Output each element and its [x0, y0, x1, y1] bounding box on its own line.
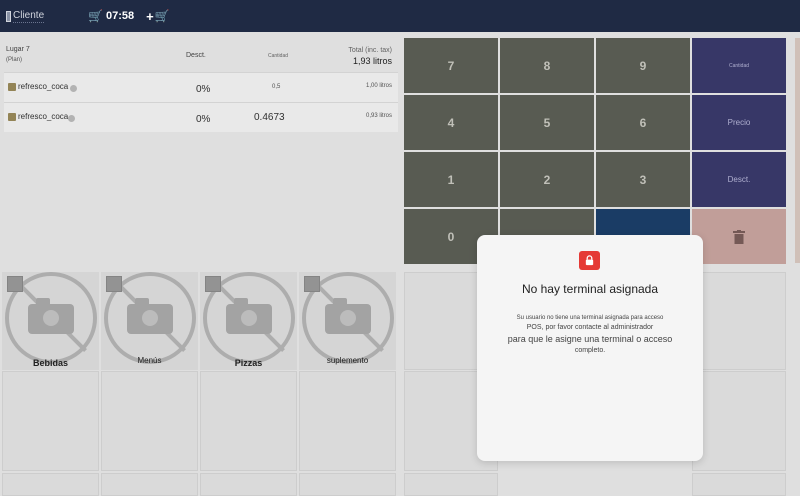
cart-icon: 🛒 — [154, 9, 170, 23]
dialog-line-2: POS, por favor contacte al administrador — [526, 324, 654, 331]
client-selector[interactable]: Cliente — [6, 10, 86, 23]
dialog-title: No hay terminal asignada — [521, 282, 659, 296]
dialog-message: Su usuario no tiene una terminal asignad… — [485, 313, 695, 356]
document-icon — [6, 10, 11, 22]
dialog-line-3: para que le asigne una terminal o acceso — [507, 334, 673, 344]
dialog-line-1: Su usuario no tiene una terminal asignad… — [516, 315, 664, 321]
top-bar: Cliente 🛒 07:58 + 🛒 — [0, 0, 800, 32]
cart-icon: 🛒 — [88, 9, 103, 23]
time-label: 07:58 — [105, 10, 135, 22]
no-terminal-dialog: No hay terminal asignada Su usuario no t… — [477, 235, 703, 461]
lock-icon — [579, 251, 600, 270]
client-label: Cliente — [13, 9, 45, 23]
add-cart-button[interactable]: + 🛒 — [146, 9, 170, 24]
cart-time[interactable]: 🛒 07:58 — [88, 9, 134, 23]
dialog-line-4: completo. — [574, 347, 606, 354]
plus-icon: + — [146, 8, 154, 24]
